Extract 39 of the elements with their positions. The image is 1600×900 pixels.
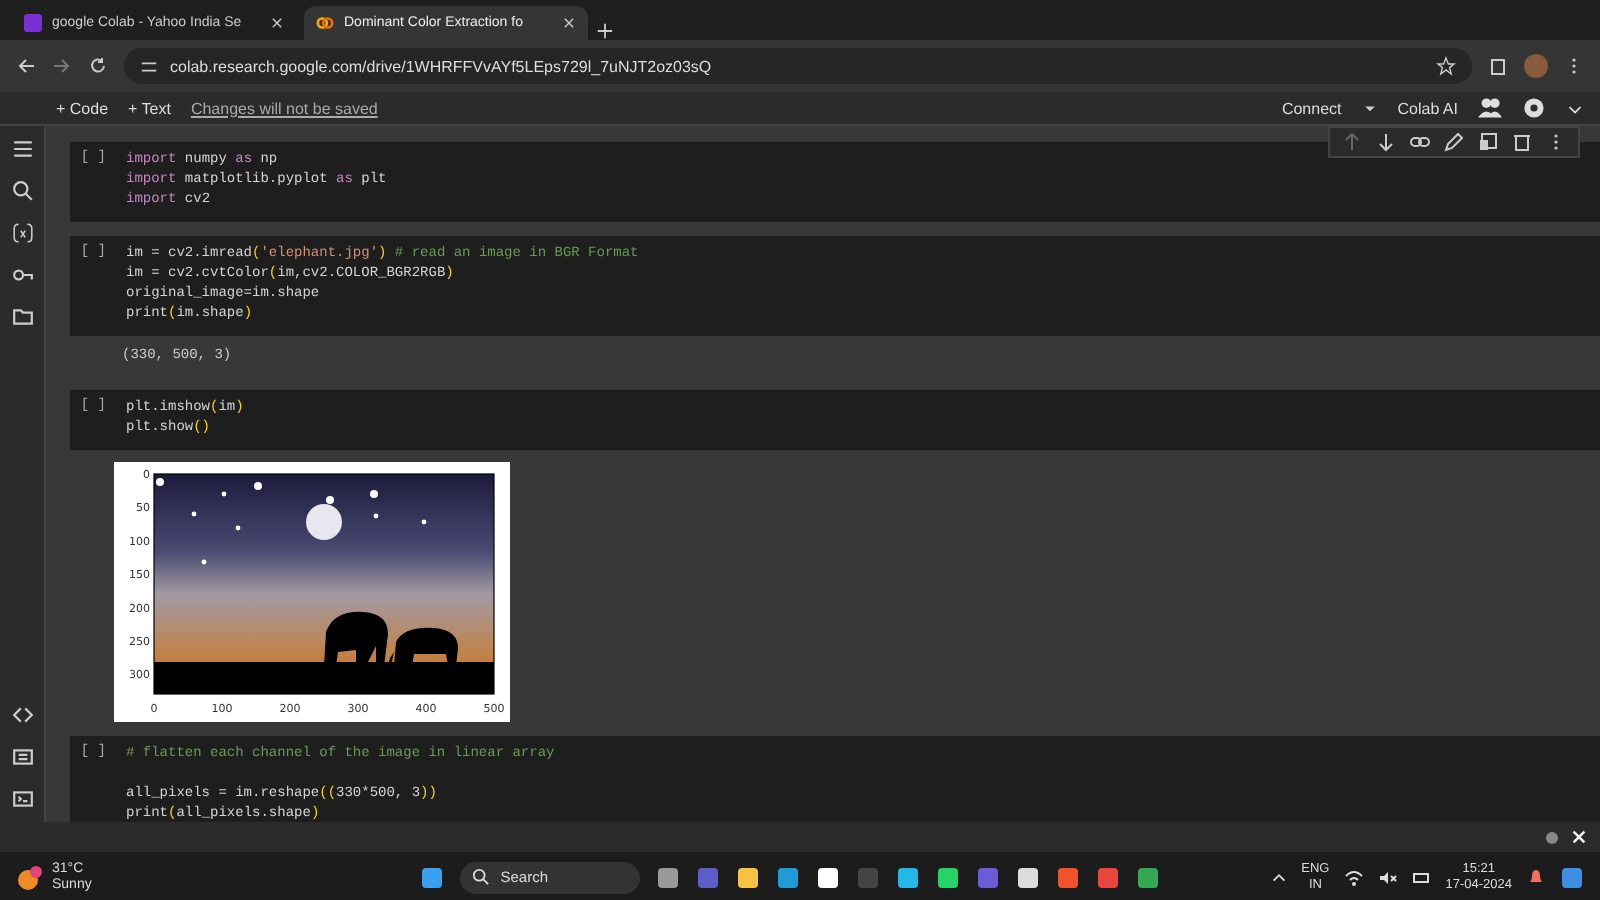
dropdown-caret-icon[interactable] xyxy=(1361,100,1378,116)
variables-icon[interactable] xyxy=(11,222,33,244)
move-up-icon[interactable] xyxy=(1342,132,1362,152)
link-icon[interactable] xyxy=(1410,132,1430,152)
forward-icon[interactable] xyxy=(52,56,72,76)
close-icon[interactable] xyxy=(562,16,576,30)
key-icon[interactable] xyxy=(11,264,33,286)
pencil-icon[interactable] xyxy=(1444,132,1464,152)
code-brackets-icon[interactable] xyxy=(11,704,33,726)
wifi-icon[interactable] xyxy=(1343,867,1364,887)
search-icon xyxy=(472,868,491,886)
speaker-muted-icon[interactable] xyxy=(1377,867,1398,887)
connect-button[interactable]: Connect xyxy=(1281,99,1342,117)
people-icon[interactable] xyxy=(1478,96,1502,120)
status-dot-icon xyxy=(1546,831,1558,843)
battery-icon[interactable] xyxy=(1411,867,1432,887)
folder-icon[interactable] xyxy=(11,306,33,328)
move-down-icon[interactable] xyxy=(1376,132,1396,152)
infinity-logo-icon xyxy=(316,14,334,32)
plus-icon[interactable] xyxy=(596,22,614,40)
back-icon[interactable] xyxy=(16,56,36,76)
reload-icon[interactable] xyxy=(88,56,108,76)
close-icon[interactable] xyxy=(270,16,284,30)
delete-icon[interactable] xyxy=(1512,132,1532,152)
search-icon[interactable] xyxy=(11,180,33,202)
menu-icon[interactable] xyxy=(11,138,33,160)
colab-ai-button[interactable]: Colab AI xyxy=(1397,99,1458,117)
terminal-icon[interactable] xyxy=(11,788,33,810)
star-icon[interactable] xyxy=(1436,56,1456,76)
mirror-cell-icon[interactable] xyxy=(1478,132,1498,152)
bell-icon[interactable] xyxy=(1526,867,1546,887)
settings-icon[interactable] xyxy=(1522,96,1546,120)
chevron-up-icon[interactable] xyxy=(1269,868,1288,886)
address-bar[interactable]: colab.research.google.com/drive/1WHRFFVvAYf5LEps729l_7uNJT2oz03sQ xyxy=(124,48,1472,84)
add-text-button[interactable]: + Text xyxy=(128,99,171,117)
unsaved-notice-link[interactable]: Changes will not be saved xyxy=(190,99,378,117)
text-lines-icon[interactable] xyxy=(11,746,33,768)
add-code-button[interactable]: + Code xyxy=(56,99,109,117)
weather-sun-icon[interactable] xyxy=(16,863,44,891)
